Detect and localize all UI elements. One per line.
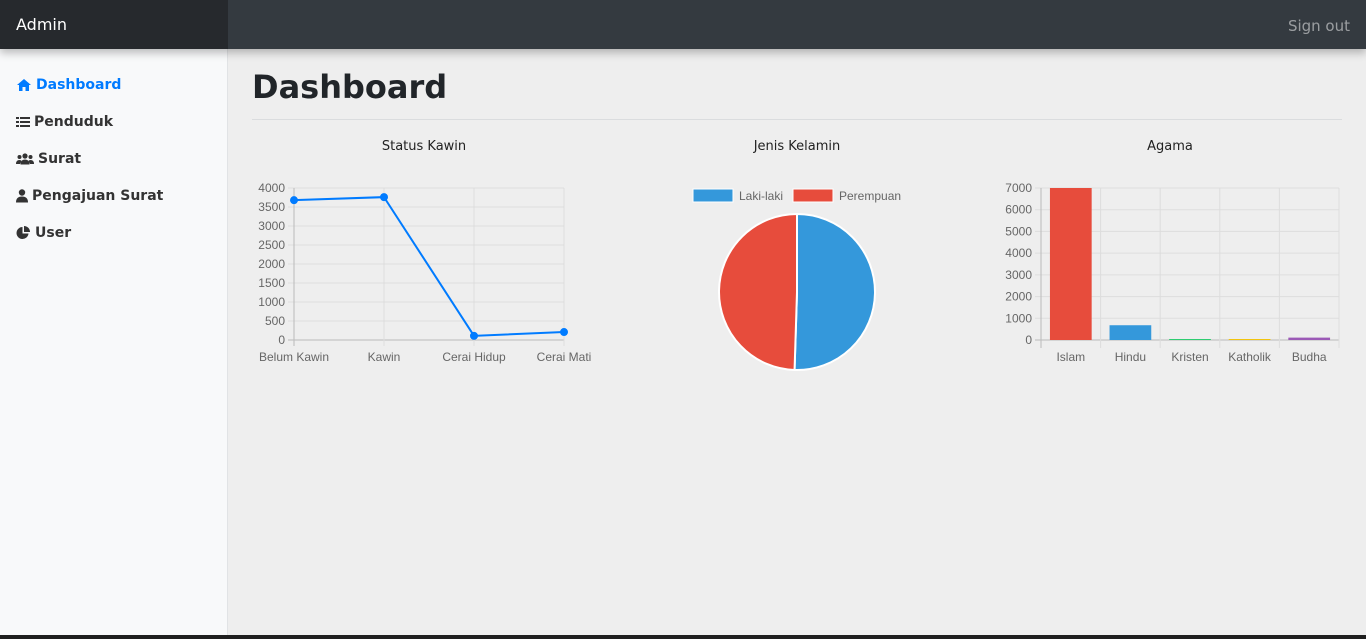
- y-tick-label: 5000: [1005, 224, 1032, 238]
- y-tick-label: 4000: [258, 181, 285, 195]
- y-tick-label: 2500: [258, 238, 285, 252]
- pie-chart-icon: [16, 225, 30, 239]
- x-tick-label: Kawin: [368, 350, 401, 364]
- sidebar-item-dashboard[interactable]: Dashboard: [0, 66, 227, 103]
- legend-swatch: [692, 188, 734, 203]
- x-tick-label: Kristen: [1171, 350, 1208, 364]
- bar: [1109, 325, 1152, 340]
- sidebar-item-penduduk[interactable]: Penduduk: [0, 103, 227, 140]
- pie-slice: [793, 212, 876, 371]
- chart-title-status-kawin: Status Kawin: [381, 139, 467, 154]
- x-tick-label: Cerai Hidup: [442, 350, 506, 364]
- data-point: [560, 328, 568, 337]
- bar: [1228, 339, 1271, 340]
- sidebar: Dashboard Penduduk Surat Pengajuan Surat…: [0, 49, 228, 635]
- list-icon: [16, 116, 30, 127]
- sidebar-item-label: Surat: [38, 150, 82, 167]
- brand-logo[interactable]: Admin: [0, 0, 228, 49]
- legend-swatch: [792, 188, 834, 203]
- x-tick-label: Cerai Mati: [537, 350, 592, 364]
- page-title: Dashboard: [252, 68, 448, 106]
- sidebar-item-label: User: [35, 224, 72, 241]
- x-tick-label: Hindu: [1115, 350, 1146, 364]
- x-tick-label: Katholik: [1228, 350, 1272, 364]
- sidebar-item-surat[interactable]: Surat: [0, 140, 227, 177]
- y-tick-label: 500: [265, 314, 285, 328]
- y-tick-label: 2000: [258, 257, 285, 271]
- x-tick-label: Belum Kawin: [259, 350, 329, 364]
- x-tick-label: Budha: [1292, 350, 1327, 364]
- title-divider: [252, 119, 1342, 120]
- chart-title-agama: Agama: [1147, 139, 1193, 154]
- series-line: [293, 196, 565, 337]
- main-content: Dashboard: [252, 49, 1342, 120]
- bar: [1049, 188, 1092, 340]
- sidebar-item-pengajuan-surat[interactable]: Pengajuan Surat: [0, 177, 227, 214]
- y-tick-label: 4000: [1005, 246, 1032, 260]
- y-tick-label: 6000: [1005, 203, 1032, 217]
- y-tick-label: 1000: [1005, 311, 1032, 325]
- y-tick-label: 1000: [258, 295, 285, 309]
- top-navbar: Admin Sign out: [0, 0, 1366, 49]
- sidebar-item-label: Penduduk: [34, 113, 114, 130]
- pie-slice: [718, 212, 798, 371]
- y-tick-label: 0: [1025, 333, 1032, 347]
- y-tick-label: 3000: [1005, 268, 1032, 282]
- bottom-strip: [0, 635, 1366, 639]
- x-tick-label: Islam: [1056, 350, 1085, 364]
- data-point: [290, 196, 298, 205]
- chart-title-jenis-kelamin: Jenis Kelamin: [753, 139, 841, 154]
- users-icon: [16, 152, 34, 164]
- y-tick-label: 1500: [258, 276, 285, 290]
- bar: [1288, 337, 1331, 340]
- sidebar-item-label: Pengajuan Surat: [32, 187, 164, 204]
- bar-chart-agama: 0 1000 2000 3000 4000 5000 6000 7000 Islam Hindu K…: [1005, 181, 1340, 364]
- sign-out-link[interactable]: Sign out: [1288, 0, 1350, 52]
- bar: [1169, 339, 1211, 340]
- y-tick-label: 3500: [258, 200, 285, 214]
- user-icon: [16, 188, 28, 202]
- legend-label: Perempuan: [839, 189, 901, 203]
- y-tick-label: 2000: [1005, 290, 1032, 304]
- data-point: [470, 331, 478, 340]
- legend-label: Laki-laki: [739, 189, 783, 203]
- y-tick-label: 0: [278, 333, 285, 347]
- sidebar-item-label: Dashboard: [36, 76, 122, 93]
- sidebar-item-user[interactable]: User: [0, 214, 227, 251]
- line-chart-status-kawin: 0 500 1000 1500 2000 2500 3000 3500 4000 Belum Ka…: [258, 181, 592, 364]
- y-tick-label: 7000: [1005, 181, 1032, 195]
- y-tick-label: 3000: [258, 219, 285, 233]
- pie-chart-jenis-kelamin: Laki-laki Perempuan: [692, 188, 901, 371]
- data-point: [380, 193, 388, 202]
- home-icon: [17, 78, 31, 91]
